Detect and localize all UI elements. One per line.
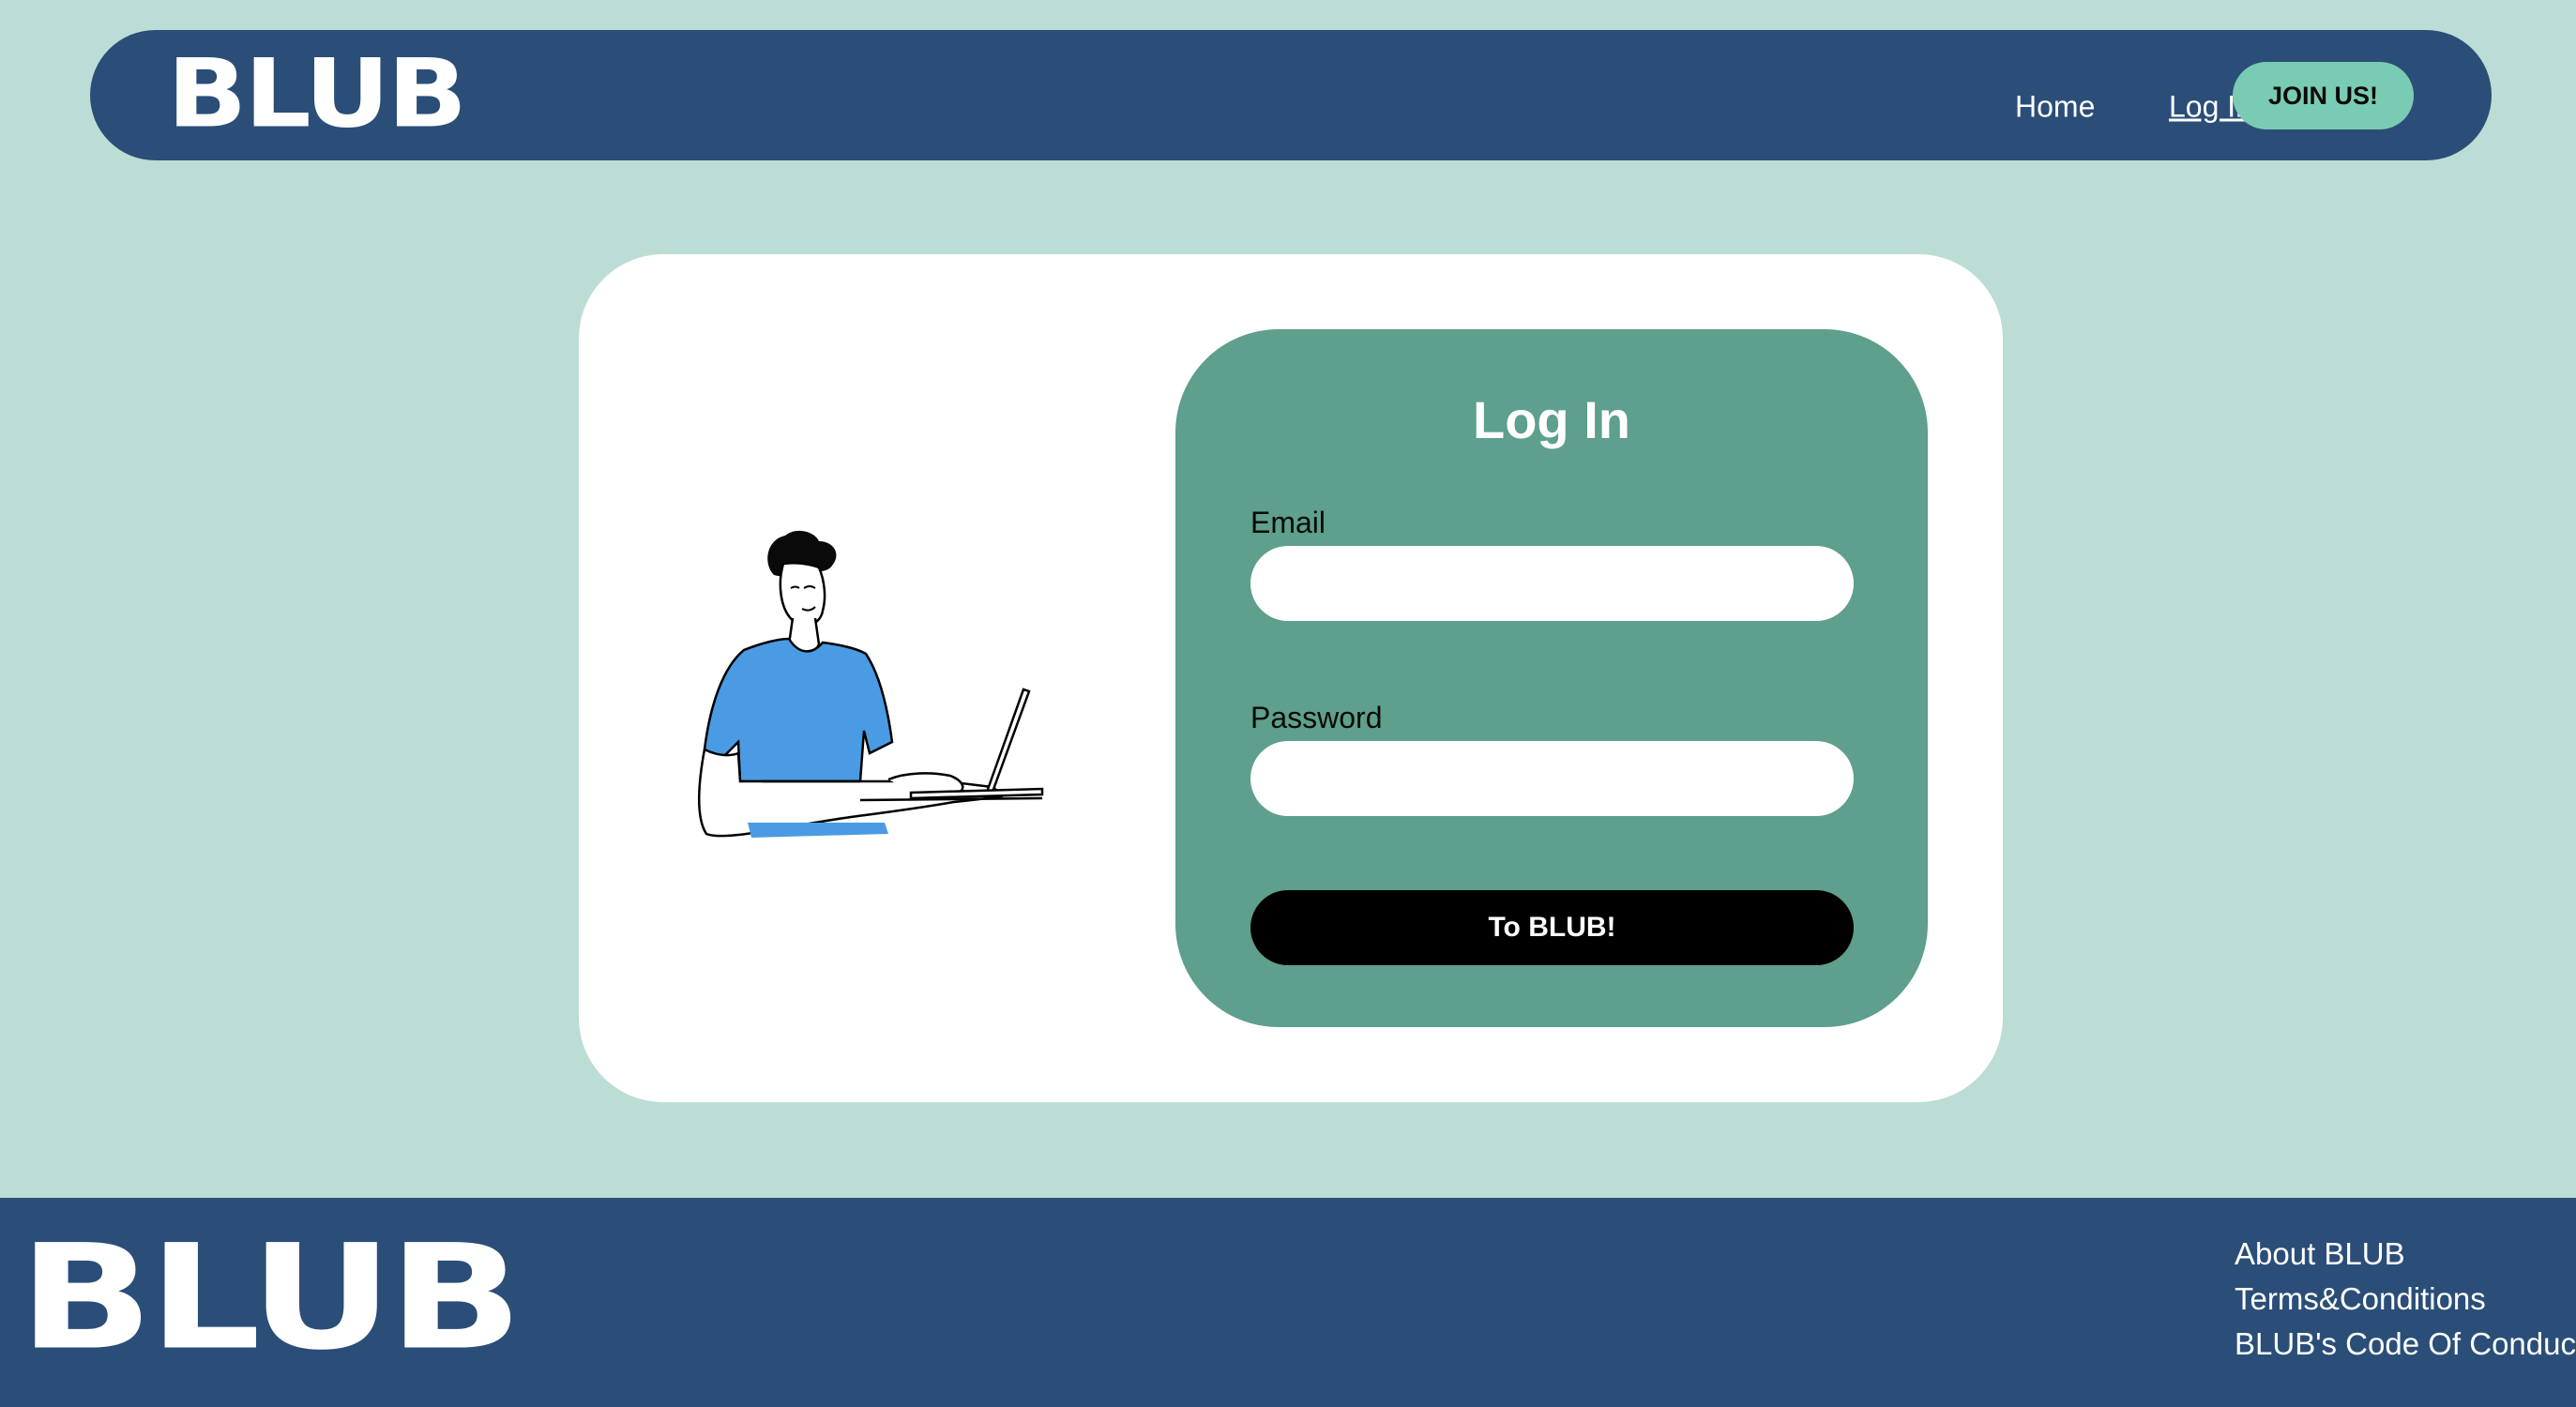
footer-link-code-of-conduct[interactable]: BLUB's Code Of Conduct [2235, 1325, 2576, 1363]
password-label: Password [1250, 701, 1383, 734]
laptop-screen [984, 688, 1031, 796]
nav-home-link[interactable]: Home [2015, 90, 2095, 125]
password-field[interactable] [1250, 741, 1854, 816]
footer: BLUB About BLUB Terms&Conditions BLUB's … [0, 1198, 2576, 1407]
email-field[interactable] [1250, 546, 1854, 621]
login-form-panel: Log In Email Password To BLUB! [1175, 329, 1928, 1027]
email-label: Email [1250, 506, 1326, 539]
person-typing-on-laptop-illustration [698, 530, 1044, 838]
footer-links: About BLUB Terms&Conditions BLUB's Code … [2235, 1235, 2576, 1363]
submit-login-button[interactable]: To BLUB! [1250, 890, 1854, 965]
top-navbar: BLUB Home Log In JOIN US! [90, 30, 2492, 160]
footer-link-terms[interactable]: Terms&Conditions [2235, 1280, 2576, 1318]
login-title: Log In [1473, 390, 1630, 449]
header-logo[interactable]: BLUB [167, 47, 467, 142]
head-shape [779, 561, 826, 627]
footer-logo: BLUB [19, 1213, 523, 1383]
login-card: Log In Email Password To BLUB! [579, 254, 2003, 1102]
footer-link-about[interactable]: About BLUB [2235, 1235, 2576, 1273]
join-us-button[interactable]: JOIN US! [2233, 62, 2414, 129]
login-page: BLUB Home Log In JOIN US! Log In Email P… [0, 0, 2576, 1407]
